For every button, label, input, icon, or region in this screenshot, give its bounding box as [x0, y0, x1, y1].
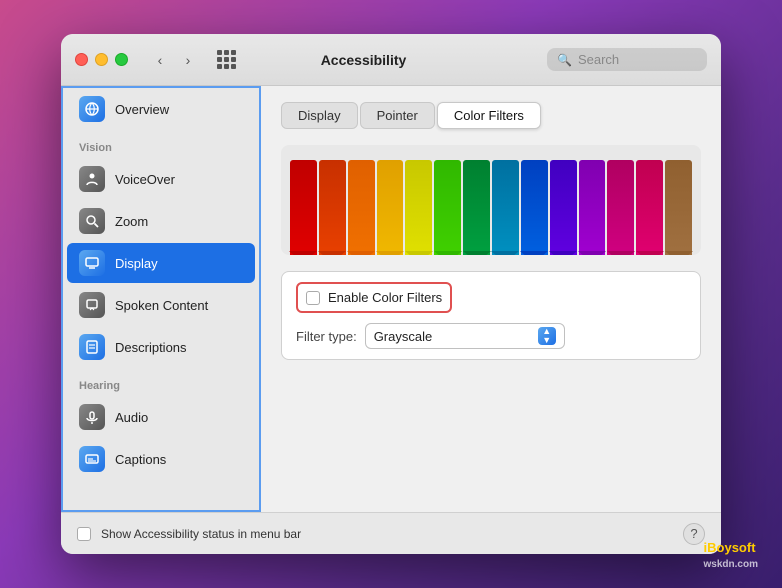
bottom-bar: Show Accessibility status in menu bar ?: [61, 512, 721, 554]
main-content: Display Pointer Color Filters: [261, 86, 721, 512]
audio-icon: [79, 404, 105, 430]
vision-section: Vision: [63, 130, 259, 158]
display-icon: [79, 250, 105, 276]
sidebar-item-overview[interactable]: Overview: [67, 89, 255, 129]
pencil-12: [607, 160, 634, 255]
filter-section: Enable Color Filters Filter type: Graysc…: [281, 271, 701, 360]
descriptions-icon: [79, 334, 105, 360]
sidebar-item-voiceover[interactable]: VoiceOver: [67, 159, 255, 199]
spoken-label: Spoken Content: [115, 298, 208, 313]
main-window: ‹ › Accessibility 🔍 Search Overview: [61, 34, 721, 554]
voiceover-icon: [79, 166, 105, 192]
show-accessibility-label: Show Accessibility status in menu bar: [101, 527, 673, 541]
minimize-button[interactable]: [95, 53, 108, 66]
filter-type-select[interactable]: Grayscale ▲ ▼: [365, 323, 565, 349]
pencil-10: [550, 160, 577, 255]
tab-color-filters[interactable]: Color Filters: [437, 102, 541, 129]
captions-icon: [79, 446, 105, 472]
pencil-7: [463, 160, 490, 255]
sidebar-item-spoken-content[interactable]: Spoken Content: [67, 285, 255, 325]
pencil-2: [319, 160, 346, 255]
pencil-13: [636, 160, 663, 255]
back-button[interactable]: ‹: [148, 48, 172, 72]
descriptions-label: Descriptions: [115, 340, 187, 355]
display-label: Display: [115, 256, 158, 271]
pencil-11: [579, 160, 606, 255]
pencil-4: [377, 160, 404, 255]
sidebar: Overview Vision VoiceOver Zoom Displa: [61, 86, 261, 512]
search-icon: 🔍: [557, 53, 572, 67]
content-area: Overview Vision VoiceOver Zoom Displa: [61, 86, 721, 512]
pencils-illustration: [281, 145, 701, 255]
overview-label: Overview: [115, 102, 169, 117]
select-arrows-icon: ▲ ▼: [538, 327, 556, 345]
hearing-section: Hearing: [63, 368, 259, 396]
enable-color-filters-label: Enable Color Filters: [328, 290, 442, 305]
pencil-9: [521, 160, 548, 255]
pencil-8: [492, 160, 519, 255]
sidebar-item-display[interactable]: Display: [67, 243, 255, 283]
pencil-5: [405, 160, 432, 255]
tab-bar: Display Pointer Color Filters: [281, 102, 701, 129]
filter-type-row: Filter type: Grayscale ▲ ▼: [296, 323, 686, 349]
pencil-6: [434, 160, 461, 255]
captions-label: Captions: [115, 452, 166, 467]
filter-type-value: Grayscale: [374, 329, 532, 344]
show-accessibility-checkbox[interactable]: [77, 527, 91, 541]
titlebar: ‹ › Accessibility 🔍 Search: [61, 34, 721, 86]
zoom-icon: [79, 208, 105, 234]
filter-type-label: Filter type:: [296, 329, 357, 344]
enable-color-filters-checkbox[interactable]: [306, 291, 320, 305]
sidebar-item-captions[interactable]: Captions: [67, 439, 255, 479]
search-box[interactable]: 🔍 Search: [547, 48, 707, 71]
sidebar-item-zoom[interactable]: Zoom: [67, 201, 255, 241]
fullscreen-button[interactable]: [115, 53, 128, 66]
pencil-1: [290, 160, 317, 255]
tab-pointer[interactable]: Pointer: [360, 102, 435, 129]
zoom-label: Zoom: [115, 214, 148, 229]
pencil-3: [348, 160, 375, 255]
tab-display[interactable]: Display: [281, 102, 358, 129]
sidebar-item-descriptions[interactable]: Descriptions: [67, 327, 255, 367]
pencil-14: [665, 160, 692, 255]
close-button[interactable]: [75, 53, 88, 66]
audio-label: Audio: [115, 410, 148, 425]
help-button[interactable]: ?: [683, 523, 705, 545]
sidebar-item-audio[interactable]: Audio: [67, 397, 255, 437]
window-title: Accessibility: [188, 52, 539, 68]
overview-icon: [79, 96, 105, 122]
search-input[interactable]: Search: [578, 52, 619, 67]
voiceover-label: VoiceOver: [115, 172, 175, 187]
traffic-lights: [75, 53, 128, 66]
enable-color-filters-row[interactable]: Enable Color Filters: [296, 282, 452, 313]
spoken-content-icon: [79, 292, 105, 318]
